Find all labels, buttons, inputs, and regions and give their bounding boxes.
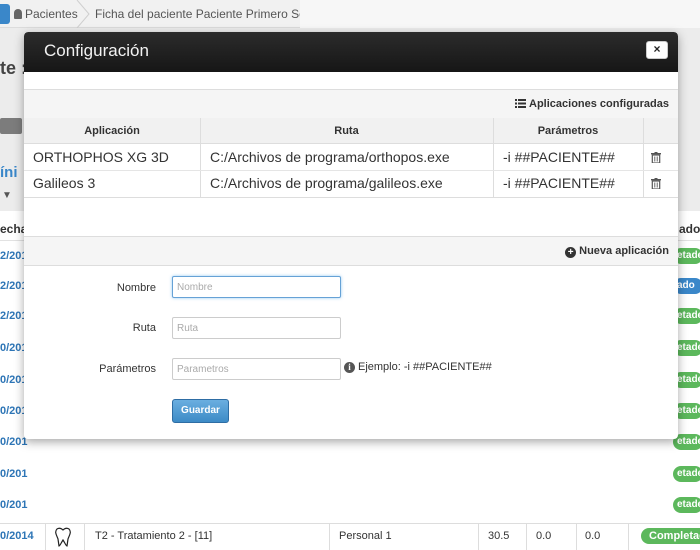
row-value: 0.0	[585, 530, 601, 542]
row-date[interactable]: 0/201	[0, 468, 28, 480]
app-name: Galileos 3	[33, 175, 96, 191]
info-icon: i	[344, 362, 355, 373]
plus-circle-icon: +	[565, 247, 577, 258]
app-name: ORTHOPHOS XG 3D	[33, 149, 169, 165]
user-icon	[14, 9, 22, 19]
section-link[interactable]: íni	[0, 164, 18, 181]
col-header-actions	[643, 118, 678, 144]
params-label: Parámetros	[99, 363, 156, 375]
close-button[interactable]: ×	[646, 41, 668, 59]
home-tab[interactable]	[0, 4, 10, 24]
table-footer	[24, 197, 678, 237]
table-row[interactable]: 0/2014 T2 - Tratamiento 2 - [11] Persona…	[0, 523, 700, 550]
row-date[interactable]: 0/2014	[0, 530, 34, 542]
modal-header: Configuración ×	[24, 32, 678, 72]
col-header-aplicacion: Aplicación	[24, 118, 200, 144]
breadcrumb-separator-icon	[76, 0, 90, 28]
name-input[interactable]	[172, 276, 341, 298]
configured-apps-link[interactable]: Aplicaciones configuradas	[515, 98, 669, 110]
app-params: -i ##PACIENTE##	[503, 175, 615, 191]
page-title: te :	[0, 58, 27, 78]
app-params: -i ##PACIENTE##	[503, 149, 615, 165]
path-input[interactable]	[172, 317, 341, 339]
status-badge: etade	[673, 466, 700, 482]
modal-title: Configuración	[44, 41, 149, 60]
caret-down-icon[interactable]: ▼	[2, 190, 12, 201]
path-label: Ruta	[132, 322, 156, 334]
status-badge: etade	[673, 497, 700, 513]
new-app-bar: + Nueva aplicación	[24, 236, 678, 266]
folder-icon	[0, 118, 22, 134]
params-input[interactable]	[172, 358, 341, 380]
apps-table: Aplicación Ruta Parámetros ORTHOPHOS XG …	[24, 118, 678, 197]
tooth-icon	[55, 527, 71, 547]
row-date[interactable]: 0/201	[0, 436, 28, 448]
col-header-estado: ado	[679, 222, 700, 236]
row-treatment: T2 - Tratamiento 2 - [11]	[95, 530, 213, 542]
breadcrumb: Pacientes Ficha del paciente Paciente Pr…	[0, 0, 700, 28]
row-professional: Personal 1	[339, 530, 392, 542]
status-badge: Completado	[641, 528, 700, 544]
app-path: C:/Archivos de programa/orthopos.exe	[210, 149, 450, 165]
save-button[interactable]: Guardar	[172, 399, 229, 423]
app-path: C:/Archivos de programa/galileos.exe	[210, 175, 443, 191]
row-value: 30.5	[488, 530, 510, 542]
row-date[interactable]: 0/201	[0, 499, 28, 511]
new-app-link[interactable]: + Nueva aplicación	[565, 245, 669, 258]
configuration-modal: Configuración × Aplicaciones configurada…	[24, 32, 678, 439]
params-hint: i Ejemplo: -i ##PACIENTE##	[344, 361, 492, 373]
col-header-parametros: Parámetros	[493, 118, 643, 144]
col-header-ruta: Ruta	[200, 118, 493, 144]
configured-apps-bar: Aplicaciones configuradas	[24, 89, 678, 119]
breadcrumb-filler	[300, 0, 700, 28]
trash-icon[interactable]	[651, 178, 661, 189]
trash-icon[interactable]	[651, 152, 661, 163]
row-value: 0.0	[536, 530, 552, 542]
name-label: Nombre	[116, 282, 156, 294]
list-icon	[515, 99, 527, 108]
